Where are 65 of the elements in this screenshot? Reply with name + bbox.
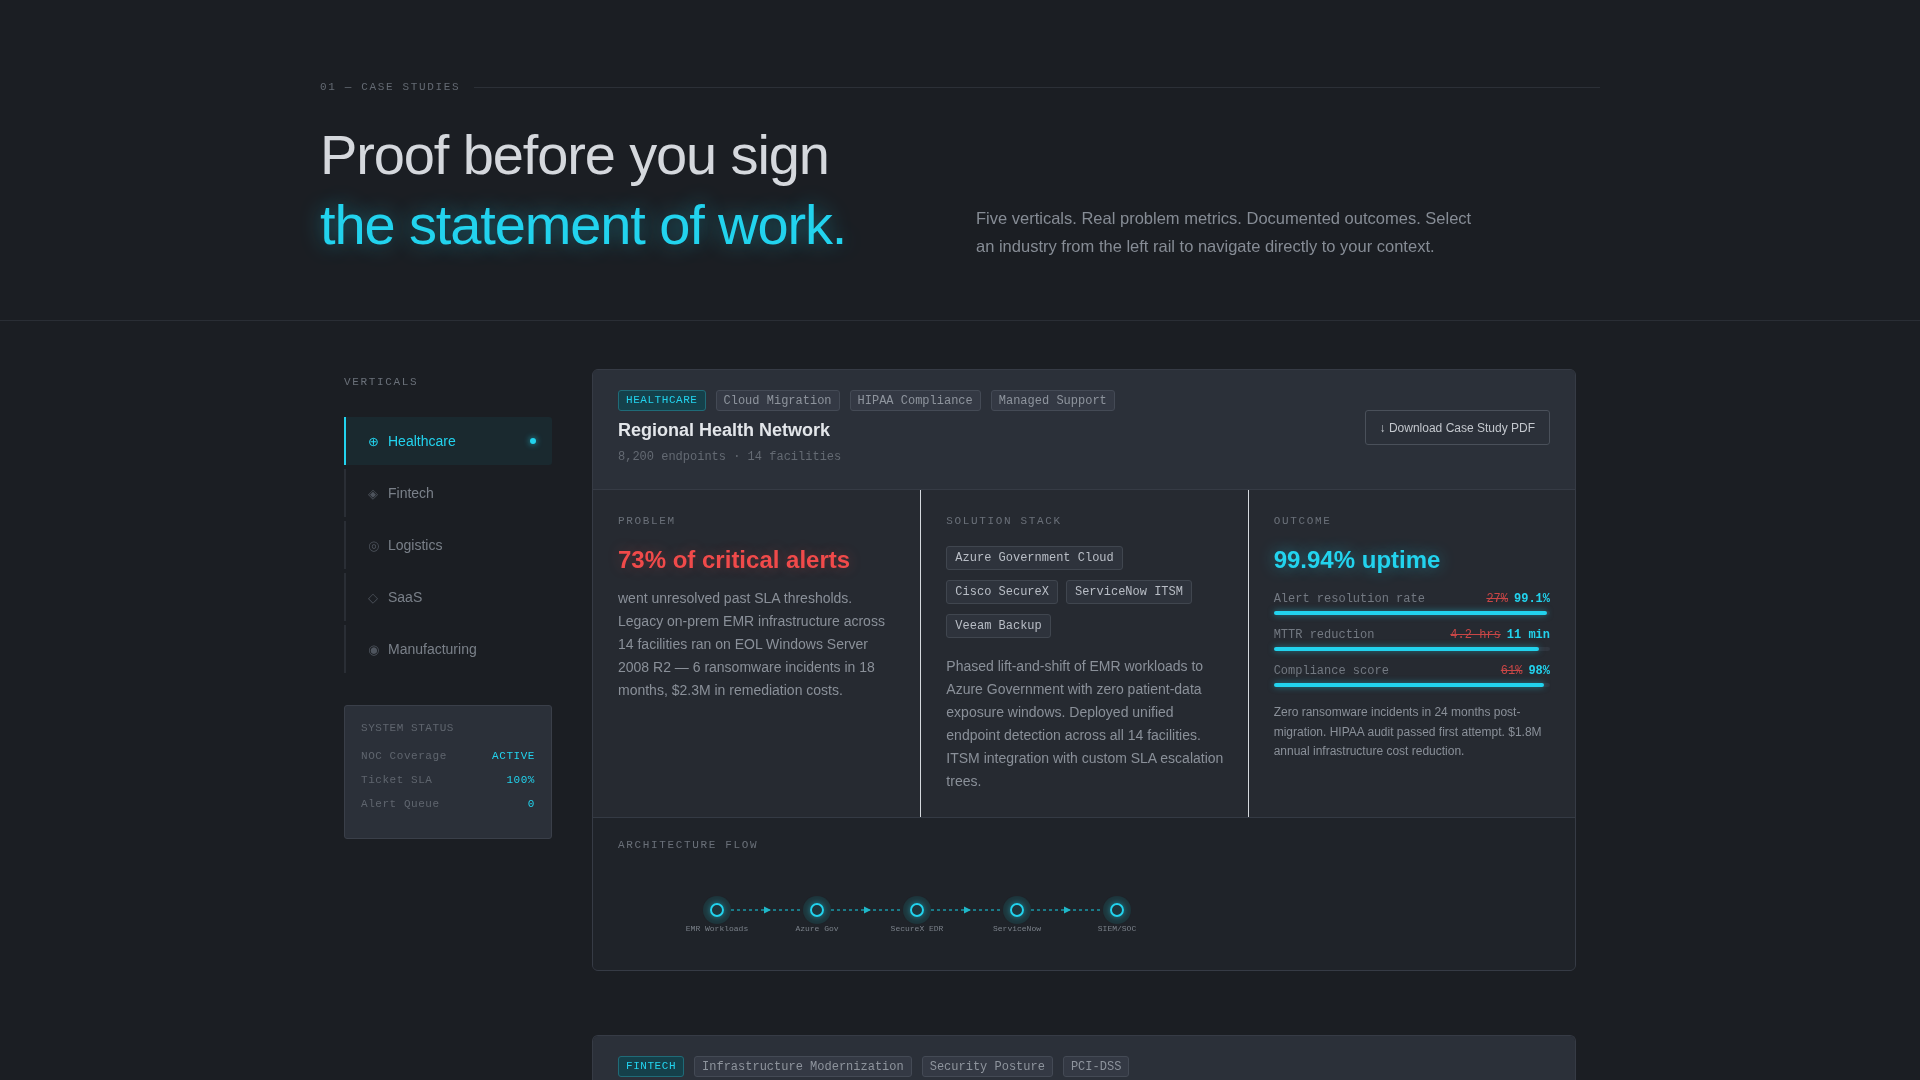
symbol-icon: ◈ bbox=[368, 486, 380, 500]
section-eyebrow: 01 — CASE STUDIES bbox=[320, 80, 461, 95]
metric-before-value: 61% bbox=[1500, 663, 1523, 679]
status-value: ACTIVE bbox=[492, 749, 535, 764]
download-button[interactable]: ↓ Download Case Study PDF bbox=[1364, 410, 1550, 445]
case-study-title: Regional Health Network bbox=[618, 419, 832, 442]
status-value: 100% bbox=[506, 773, 535, 788]
vertical-tag: FINTECH bbox=[618, 1056, 685, 1077]
column-heading: PROBLEM bbox=[618, 514, 677, 528]
metric-label: MTTR reduction bbox=[1273, 627, 1375, 643]
vertical-nav-item[interactable]: ◎ Logistics bbox=[344, 521, 552, 569]
arrow-connector bbox=[1031, 906, 1103, 914]
service-tag: Infrastructure Modernization bbox=[694, 1056, 912, 1077]
vertical-nav-item[interactable]: ◈ Fintech bbox=[344, 469, 552, 517]
headline: Proof before you sign bbox=[320, 122, 829, 188]
metric-after-value: 11 min bbox=[1506, 627, 1550, 643]
sidebar-title: VERTICALS bbox=[344, 375, 420, 389]
stack-chip: ServiceNow ITSM bbox=[1065, 580, 1192, 604]
node-label: ServiceNow bbox=[993, 924, 1041, 934]
column-heading: ARCHITECTURE FLOW bbox=[618, 838, 760, 852]
symbol-icon: ◇ bbox=[368, 590, 380, 604]
vertical-nav-item[interactable]: ⊕ Healthcare bbox=[344, 417, 552, 465]
service-tag: Managed Support bbox=[990, 390, 1115, 411]
ring-icon bbox=[703, 896, 731, 924]
service-tag: Cloud Migration bbox=[715, 390, 840, 411]
service-tag: PCI-DSS bbox=[1062, 1056, 1130, 1077]
node-label: EMR Workloads bbox=[685, 924, 749, 934]
metric-before-value: 27% bbox=[1486, 591, 1508, 607]
symbol-icon: ◉ bbox=[368, 642, 380, 656]
headline-accent: the statement of work. bbox=[320, 192, 847, 258]
vertical-nav-item[interactable]: ◉ Manufacturing bbox=[344, 625, 552, 673]
outcome-headline: 99.94% uptime bbox=[1273, 545, 1442, 575]
service-tag: HIPAA Compliance bbox=[849, 390, 981, 411]
node-label: SecureX EDR bbox=[890, 924, 944, 934]
metric-label: Alert resolution rate bbox=[1273, 591, 1425, 607]
column-heading: OUTCOME bbox=[1273, 514, 1333, 528]
arrow-connector bbox=[931, 906, 1003, 914]
problem-description: went unresolved past SLA thresholds. Legacy on-prem EMR infrastructure across 14 facilities ran on EOL Windows Server 2008 R2 — 6 ransomware incidents in 18 months, $2.3M in remediation costs. bbox=[618, 589, 886, 700]
node-label: Azure Gov bbox=[795, 924, 839, 934]
node-label: SIEM/SOC bbox=[1097, 924, 1137, 934]
stack-chip: Azure Government Cloud bbox=[946, 546, 1123, 570]
symbol-icon: ◎ bbox=[368, 538, 380, 552]
arrow-connector bbox=[731, 906, 803, 914]
case-study-meta: 8,200 endpoints · 14 facilities bbox=[618, 449, 843, 465]
intro-paragraph: Five verticals. Real problem metrics. Documented outcomes. Select an industry from the left rail to navigate directly to your context. bbox=[976, 208, 1473, 257]
column-heading: SOLUTION STACK bbox=[946, 514, 1063, 528]
metric-label: Compliance score bbox=[1273, 663, 1389, 679]
ring-icon bbox=[903, 896, 931, 924]
outcome-description: Zero ransomware incidents in 24 months post-migration. HIPAA audit passed first attempt. $1.8M annual infrastructure cost reduction. bbox=[1273, 704, 1543, 760]
metric-after-value: 99.1% bbox=[1514, 591, 1550, 607]
problem-headline: 73% of critical alerts bbox=[618, 545, 852, 575]
ring-icon bbox=[1003, 896, 1031, 924]
stack-chip: Veeam Backup bbox=[946, 614, 1051, 638]
vertical-nav-item[interactable]: ◇ SaaS bbox=[344, 573, 552, 621]
metric-before-value: 4.2 hrs bbox=[1450, 627, 1501, 643]
solution-description: Phased lift-and-shift of EMR workloads to Azure Government with zero patient-data exposure windows. Deployed unified endpoint detection across all 14 facilities. ITSM integration with custom SLA escalation trees. bbox=[946, 657, 1225, 791]
arrow-connector bbox=[831, 906, 903, 914]
symbol-icon: ⊕ bbox=[368, 434, 380, 448]
ring-icon bbox=[1103, 896, 1131, 924]
vertical-tag: HEALTHCARE bbox=[618, 390, 706, 411]
metric-after-value: 98% bbox=[1528, 663, 1550, 679]
status-value: 0 bbox=[527, 797, 535, 812]
ring-icon bbox=[803, 896, 831, 924]
stack-chip: Cisco SecureX bbox=[946, 580, 1058, 604]
service-tag: Security Posture bbox=[921, 1056, 1053, 1077]
